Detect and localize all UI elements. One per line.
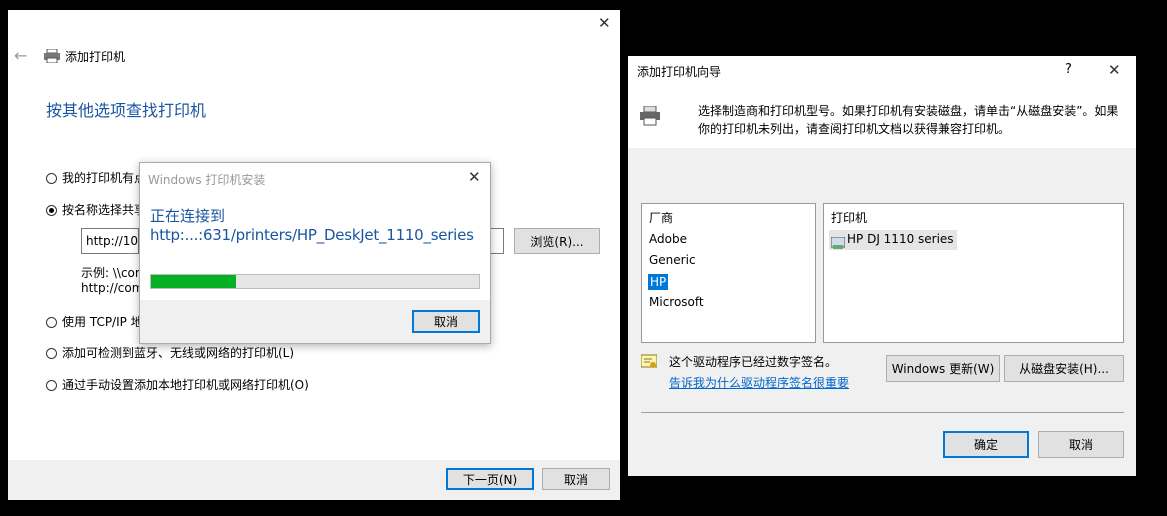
- progress-fill: [151, 275, 237, 288]
- close-icon[interactable]: ✕: [468, 168, 481, 186]
- close-icon[interactable]: ✕: [1108, 61, 1121, 79]
- list-item-printer[interactable]: HP DJ 1110 series: [829, 230, 957, 250]
- back-arrow-icon[interactable]: ←: [14, 46, 27, 65]
- list-item-printer-label: HP DJ 1110 series: [847, 232, 954, 246]
- signed-text: 这个驱动程序已经过数字签名。: [669, 355, 838, 369]
- list-item-manufacturer[interactable]: Adobe: [649, 232, 687, 246]
- progress-cancel-button[interactable]: 取消: [412, 310, 480, 333]
- progress-dialog-title: Windows 打印机安装: [148, 173, 266, 187]
- option-radio-2[interactable]: [46, 317, 57, 328]
- printer-icon: [640, 105, 660, 130]
- printer-driver-icon: [830, 234, 846, 253]
- option-label-1[interactable]: 按名称选择共享: [62, 201, 146, 218]
- cancel-button[interactable]: 取消: [542, 468, 610, 490]
- driver-wizard-window: 添加打印机向导 ? ✕ 选择制造商和打印机型号。如果打印机有安装磁盘，请单击“从…: [628, 56, 1136, 476]
- printer-list-header: 打印机: [831, 211, 868, 225]
- have-disk-button[interactable]: 从磁盘安装(H)...: [1004, 355, 1124, 382]
- progress-bar: [150, 274, 480, 289]
- ok-button[interactable]: 确定: [943, 431, 1029, 458]
- option-label-0[interactable]: 我的打印机有点: [62, 169, 146, 186]
- printer-icon: [44, 48, 60, 67]
- progress-dialog: Windows 打印机安装 ✕ 正在连接到 http:...:631/print…: [139, 162, 491, 344]
- option-radio-3[interactable]: [46, 348, 57, 359]
- connecting-label: 正在连接到: [150, 207, 226, 225]
- option-radio-1[interactable]: [46, 205, 57, 216]
- share-url-input[interactable]: http://10.: [81, 228, 142, 254]
- example-line-2: http://com: [81, 281, 144, 295]
- description-line-1: 选择制造商和打印机型号。如果打印机有安装磁盘，请单击“从磁盘安装”。如果: [698, 104, 1119, 118]
- printer-list[interactable]: 打印机 HP DJ 1110 series: [823, 203, 1124, 343]
- cancel-button[interactable]: 取消: [1038, 431, 1124, 458]
- certificate-icon: [640, 354, 658, 374]
- option-label-3[interactable]: 添加可检测到蓝牙、无线或网络的打印机(L): [62, 344, 294, 361]
- browse-button[interactable]: 浏览(R)...: [514, 228, 600, 254]
- next-button[interactable]: 下一页(N): [446, 468, 534, 490]
- page-heading: 按其他选项查找打印机: [46, 101, 207, 120]
- divider: [641, 412, 1124, 413]
- manufacturer-list-header: 厂商: [649, 211, 674, 225]
- share-url-value: http://10.: [86, 234, 142, 248]
- help-icon[interactable]: ?: [1065, 62, 1072, 77]
- connecting-url: http:...:631/printers/HP_DeskJet_1110_se…: [150, 226, 474, 244]
- description-line-2: 你的打印机未列出，请查阅打印机文档以获得兼容打印机。: [698, 122, 1011, 136]
- driver-wizard-title: 添加打印机向导: [637, 65, 722, 79]
- option-radio-0[interactable]: [46, 173, 57, 184]
- close-icon[interactable]: ✕: [598, 14, 611, 32]
- list-item-manufacturer[interactable]: Generic: [649, 253, 696, 267]
- list-item-manufacturer[interactable]: Microsoft: [649, 295, 704, 309]
- list-item-manufacturer-selected[interactable]: HP: [648, 274, 669, 290]
- share-url-input-right[interactable]: [490, 228, 504, 254]
- option-label-4[interactable]: 通过手动设置添加本地打印机或网络打印机(O): [62, 376, 309, 393]
- manufacturer-list[interactable]: 厂商 Adobe Generic HP Microsoft: [641, 203, 816, 343]
- option-radio-4[interactable]: [46, 380, 57, 391]
- signing-link[interactable]: 告诉我为什么驱动程序签名很重要: [669, 374, 849, 391]
- wizard-title: 添加打印机: [65, 50, 126, 64]
- example-line-1: 示例: \\cor: [81, 266, 140, 280]
- windows-update-button[interactable]: Windows 更新(W): [886, 355, 1000, 382]
- option-label-2[interactable]: 使用 TCP/IP 地: [62, 313, 143, 330]
